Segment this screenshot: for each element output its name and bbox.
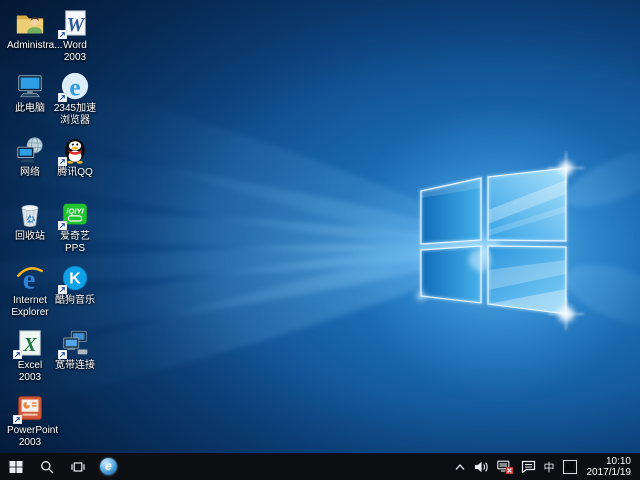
desktop-icon-recycle-bin[interactable]: 回收站	[7, 199, 53, 243]
shortcut-arrow-icon	[13, 350, 22, 359]
chevron-up-icon	[454, 462, 466, 472]
user-folder-icon	[15, 8, 45, 38]
icon-label: 网络	[7, 167, 53, 179]
desktop-icon-2345-browser[interactable]: e 2345加速浏览器	[52, 71, 98, 127]
task-view-icon	[71, 460, 85, 474]
taskbar-empty-area[interactable]	[124, 453, 450, 480]
icon-label: Excel 2003	[7, 360, 53, 384]
search-icon	[40, 460, 54, 474]
system-tray: 中 M 10:10 2017/1/19	[450, 453, 640, 480]
svg-text:iQIYI: iQIYI	[66, 207, 84, 216]
network-disconnected-icon	[497, 460, 513, 474]
network-icon	[15, 135, 45, 165]
speaker-icon	[474, 461, 489, 473]
icon-label: Internet Explorer	[7, 295, 53, 319]
internet-explorer-icon: e	[15, 263, 45, 293]
svg-text:e: e	[69, 73, 80, 101]
shortcut-arrow-icon	[58, 157, 67, 166]
volume-tray-icon[interactable]	[470, 453, 493, 480]
taskbar-pinned-browser[interactable]: e	[93, 453, 124, 480]
shortcut-arrow-icon	[58, 30, 67, 39]
taskbar: e	[0, 453, 640, 480]
desktop-icon-broadband[interactable]: 宽带连接	[52, 328, 98, 372]
desktop-icon-excel-2003[interactable]: X Excel 2003	[7, 328, 53, 384]
icon-label: 爱奇艺PPS	[52, 231, 98, 255]
desktop-icon-this-pc[interactable]: 此电脑	[7, 71, 53, 115]
shortcut-arrow-icon	[13, 415, 22, 424]
search-button[interactable]	[31, 453, 62, 480]
task-view-button[interactable]	[62, 453, 93, 480]
shortcut-arrow-icon	[58, 350, 67, 359]
recycle-bin-icon	[15, 199, 45, 229]
icon-label: 腾讯QQ	[52, 167, 98, 179]
icon-label: Word 2003	[52, 40, 98, 64]
windows-10-desktop: Administra... W Word 2003 此电脑 e 234	[0, 0, 640, 480]
shortcut-arrow-icon	[58, 285, 67, 294]
windows-flag-icon	[9, 460, 23, 474]
ime-language-icon[interactable]: M	[563, 460, 577, 474]
start-button[interactable]	[0, 453, 31, 480]
icon-label: 酷狗音乐	[52, 295, 98, 307]
action-center-icon	[521, 460, 536, 473]
icon-label: PowerPoint 2003	[7, 425, 53, 449]
desktop-icon-powerpoint-2003[interactable]: PowerPoint 2003	[7, 393, 53, 449]
shortcut-arrow-icon	[58, 93, 67, 102]
svg-text:X: X	[22, 334, 37, 356]
icon-label: 宽带连接	[52, 360, 98, 372]
desktop-icon-tencent-qq[interactable]: 腾讯QQ	[52, 135, 98, 179]
this-pc-icon	[15, 71, 45, 101]
svg-text:K: K	[69, 271, 81, 288]
taskbar-clock[interactable]: 10:10 2017/1/19	[581, 456, 636, 478]
desktop-icon-administrator[interactable]: Administra...	[7, 8, 53, 52]
desktop-icon-network[interactable]: 网络	[7, 135, 53, 179]
desktop-icon-word-2003[interactable]: W Word 2003	[52, 8, 98, 64]
clock-date: 2017/1/19	[587, 467, 632, 478]
browser-sphere-icon: e	[100, 458, 117, 475]
action-center-tray-icon[interactable]	[517, 453, 540, 480]
desktop-icon-iqiyi-pps[interactable]: iQIYI 爱奇艺PPS	[52, 199, 98, 255]
shortcut-arrow-icon	[58, 221, 67, 230]
svg-text:W: W	[67, 14, 86, 36]
icon-label: 2345加速浏览器	[52, 103, 98, 127]
ime-mode-indicator[interactable]: 中	[540, 453, 559, 480]
desktop-icon-kugou-music[interactable]: K 酷狗音乐	[52, 263, 98, 307]
icon-label: Administra...	[7, 40, 53, 52]
icon-label: 回收站	[7, 231, 53, 243]
icon-label: 此电脑	[7, 103, 53, 115]
hidden-icons-chevron[interactable]	[450, 453, 470, 480]
desktop-icon-internet-explorer[interactable]: e Internet Explorer	[7, 263, 53, 319]
network-tray-icon[interactable]	[493, 453, 517, 480]
clock-time: 10:10	[587, 456, 632, 467]
